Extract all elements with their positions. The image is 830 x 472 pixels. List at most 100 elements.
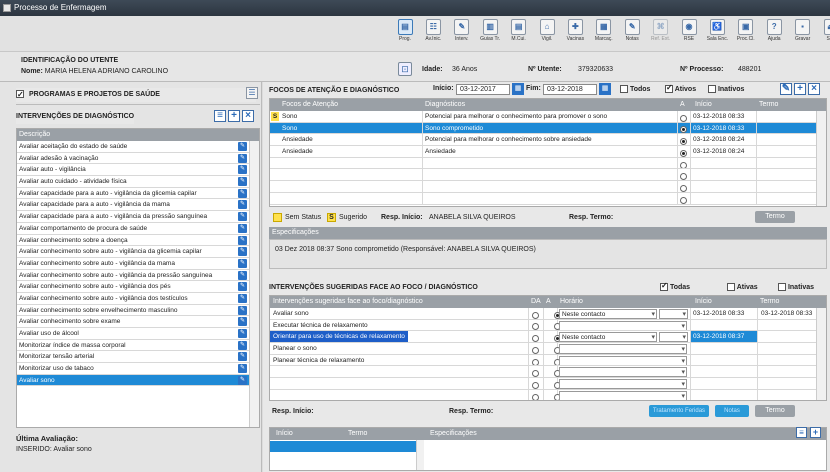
toolbar-button-marca[interactable]: ▦ Marcaç. <box>592 19 616 50</box>
bottom-scrollbar[interactable] <box>416 440 424 470</box>
active-radio[interactable] <box>680 173 687 181</box>
intervention-list-item[interactable]: Avaliar aceitação do estado de saúde ✎ <box>17 141 259 153</box>
intervention-list-item[interactable]: Avaliar conhecimento sobre auto - vigilâ… <box>17 281 259 293</box>
horario-select[interactable]: Neste contacto <box>559 309 657 319</box>
focos-fim-input[interactable]: 03-12-2018 <box>543 84 597 95</box>
intervention-list-item[interactable]: Avaliar conhecimento sobre envelheciment… <box>17 305 259 317</box>
list-view-icon[interactable]: ≡ <box>214 110 226 122</box>
active-radio[interactable] <box>680 126 687 134</box>
focos-scrollbar[interactable] <box>816 111 826 206</box>
edit-icon[interactable]: ✎ <box>238 282 247 292</box>
remove-icon[interactable]: × <box>808 83 820 95</box>
da-radio[interactable] <box>532 370 539 378</box>
inativas-checkbox[interactable] <box>778 283 786 291</box>
toolbar-button-vacinas[interactable]: ✚ Vacinas <box>563 19 587 50</box>
toolbar-button-sair[interactable]: ⏏Sair <box>819 19 830 50</box>
bottom-selected-row[interactable] <box>270 441 416 452</box>
intervention-list-item[interactable]: Avaliar auto - vigilância ✎ <box>17 164 259 177</box>
edit-icon[interactable]: ✎ <box>238 317 247 327</box>
edit-icon[interactable]: ✎ <box>238 212 247 222</box>
ativas-filter[interactable]: Ativas <box>727 283 758 291</box>
edit-icon[interactable]: ✎ <box>238 177 247 187</box>
toolbar-button-interv[interactable]: ✎ Interv. <box>450 19 474 50</box>
intervention-list-item[interactable]: Avaliar capacidade para a auto - vigilân… <box>17 188 259 200</box>
tratamento-feridas-button[interactable]: Tratamento Feridas <box>649 405 709 417</box>
da-radio[interactable] <box>532 335 539 343</box>
edit-icon[interactable]: ✎ <box>238 188 247 198</box>
remove-icon[interactable]: × <box>242 110 254 122</box>
toolbar-button-vigil[interactable]: ⌂ Vigil. <box>535 19 559 50</box>
intervention-list-item[interactable]: Avaliar sono ✎ <box>17 374 259 387</box>
foco-row[interactable]: S Sono Potencial para melhorar o conhecime… <box>270 111 826 123</box>
programs-checkbox[interactable] <box>16 88 24 102</box>
horario-select[interactable] <box>559 344 687 354</box>
horario-select[interactable]: Neste contacto <box>559 332 657 343</box>
da-radio[interactable] <box>532 323 539 331</box>
toolbar-button-rse[interactable]: ◉ RSE <box>677 19 701 50</box>
intervention-list-item[interactable]: Avaliar conhecimento sobre exame ✎ <box>17 316 259 328</box>
toolbar-button-av-inic[interactable]: ☷ Av.Inic. <box>421 19 445 50</box>
sugeridas-scrollbar[interactable] <box>816 308 826 400</box>
edit-icon[interactable]: ✎ <box>238 235 247 245</box>
intervention-list-item[interactable]: Avaliar capacidade para a auto - vigilân… <box>17 199 259 212</box>
focos-inicio-input[interactable]: 03-12-2017 <box>456 84 510 95</box>
suggested-intervention-row[interactable]: Executar técnica de relaxamento <box>270 319 826 332</box>
intervention-list-item[interactable]: Avaliar conhecimento sobre auto - vigilâ… <box>17 246 259 258</box>
edit-icon[interactable]: ✎ <box>238 142 247 151</box>
active-radio[interactable] <box>680 138 687 146</box>
toolbar-button-ajuda[interactable]: ? Ajuda <box>762 19 786 50</box>
horario-select[interactable] <box>559 390 687 400</box>
ativos-checkbox[interactable] <box>665 83 673 93</box>
active-radio[interactable] <box>680 196 687 204</box>
toolbar-button-notas[interactable]: ✎ Notas <box>620 19 644 50</box>
add-icon[interactable]: + <box>794 83 806 95</box>
toolbar-button-sala-enc[interactable]: ♿ Sala Enc. <box>705 19 729 50</box>
intervention-list-item[interactable]: Avaliar adesão à vacinação ✎ <box>17 153 259 165</box>
list-view-icon[interactable]: ≡ <box>796 427 807 438</box>
horario-select[interactable] <box>559 320 687 331</box>
inativas-filter[interactable]: Inativas <box>778 283 814 291</box>
intervention-list-item[interactable]: Avaliar conhecimento sobre auto - vigilâ… <box>17 258 259 270</box>
edit-icon[interactable]: ✎ <box>238 375 247 385</box>
toolbar-button-prog[interactable]: ▤ Prog. <box>393 19 417 50</box>
toolbar-button-guias-tr[interactable]: ▥ Guias Tr. <box>478 19 502 50</box>
notas-button[interactable]: Notas <box>715 405 749 417</box>
horario-extra-select[interactable] <box>659 332 688 343</box>
edit-icon[interactable]: ✎ <box>238 329 247 338</box>
edit-icon[interactable]: ✎ <box>238 352 247 362</box>
intervention-list-item[interactable]: Avaliar uso de álcool ✎ <box>17 328 259 340</box>
intervention-list-item[interactable]: Monitorizar índice de massa corporal ✎ <box>17 340 259 352</box>
termo-button[interactable]: Termo <box>755 405 795 417</box>
active-radio[interactable] <box>680 114 687 122</box>
intervention-list-item[interactable]: Avaliar auto cuidado - atividade física ✎ <box>17 176 259 188</box>
intervention-list-item[interactable]: Avaliar capacidade para a auto - vigilân… <box>17 211 259 223</box>
edit-icon[interactable]: ✎ <box>238 223 247 233</box>
edit-icon[interactable]: ✎ <box>238 247 247 257</box>
programs-list-icon[interactable]: ☰ <box>246 87 258 99</box>
especificacoes-box[interactable]: 03 Dez 2018 08:37 Sono comprometido (Res… <box>269 239 827 269</box>
todos-checkbox[interactable] <box>620 85 628 93</box>
intervention-list-item[interactable]: Avaliar comportamento de procura de saúd… <box>17 223 259 235</box>
toolbar-button-proc-cl[interactable]: ▣ Proc.Cl. <box>734 19 758 50</box>
active-radio[interactable] <box>680 149 687 157</box>
ativas-checkbox[interactable] <box>727 283 735 291</box>
horario-extra-select[interactable] <box>659 309 688 319</box>
toolbar-button-m-cui[interactable]: ▤ M.Cui. <box>507 19 531 50</box>
edit-icon[interactable]: ✎ <box>238 340 247 350</box>
horario-select[interactable] <box>559 355 687 366</box>
edit-icon[interactable]: ✎ <box>780 83 792 95</box>
intervention-list-item[interactable]: Avaliar conhecimento sobre a doença ✎ <box>17 235 259 247</box>
da-radio[interactable] <box>532 346 539 354</box>
suggested-intervention-row[interactable]: Avaliar sono Neste contacto 03-12-2018 08:… <box>270 308 826 320</box>
termo-button[interactable]: Termo <box>755 211 795 223</box>
edit-icon[interactable]: ✎ <box>238 200 247 210</box>
edit-icon[interactable]: ✎ <box>238 293 247 303</box>
calendar-icon[interactable]: ▦ <box>599 83 611 95</box>
add-icon[interactable]: + <box>228 110 240 122</box>
intervention-list-item[interactable]: Monitorizar tensão arterial ✎ <box>17 351 259 364</box>
calendar-icon[interactable]: ▦ <box>512 83 524 95</box>
foco-row[interactable]: Sono Sono comprometido 03-12-2018 08:33 <box>270 122 826 135</box>
suggested-intervention-row[interactable]: Orientar para uso de técnicas de relaxam… <box>270 331 826 344</box>
da-radio[interactable] <box>532 393 539 400</box>
edit-icon[interactable]: ✎ <box>238 258 247 268</box>
